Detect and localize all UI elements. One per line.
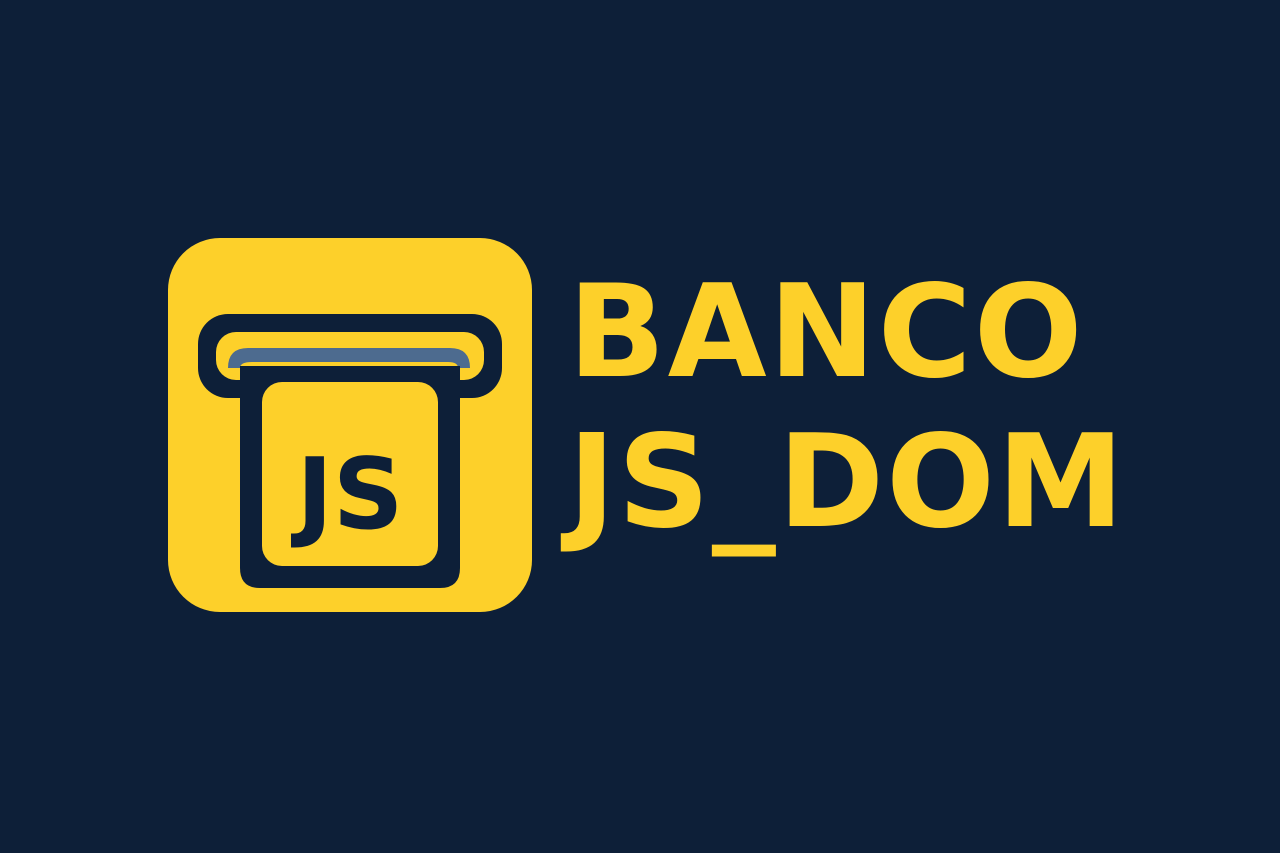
brand-name-line1: BANCO [568,258,1085,407]
brand-name-line2: JS_DOM [568,408,1127,557]
atm-card-slot-icon: JS [168,238,532,612]
page: { "brand": { "name_line1": "BANCO", "nam… [0,0,1280,853]
brand-wordmark: BANCO JS_DOM [568,258,1126,558]
js-badge-text: JS [290,438,403,552]
